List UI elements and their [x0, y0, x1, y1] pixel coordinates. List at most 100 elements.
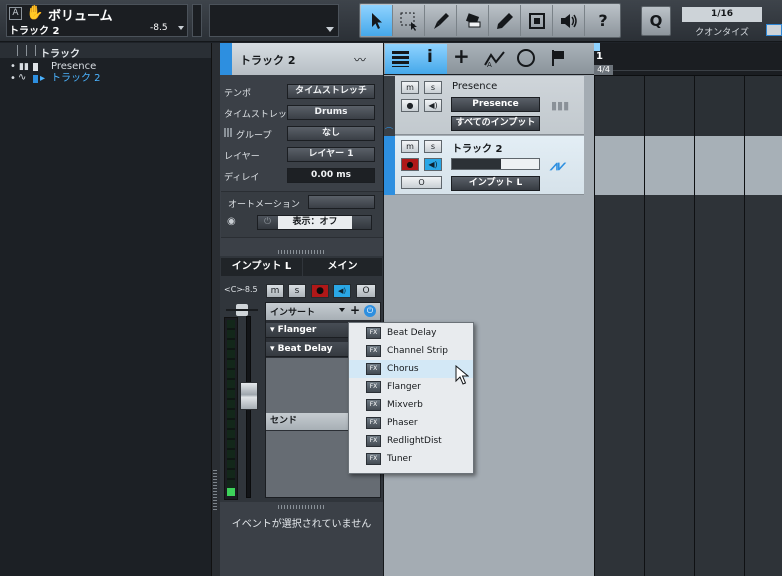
display-value: 表示：オフ: [278, 216, 352, 229]
volume-readout[interactable]: -8.5: [242, 285, 258, 294]
listen-tool-button[interactable]: [553, 5, 585, 36]
browser-row-track-2[interactable]: • ∿ ▸ トラック 2: [0, 72, 211, 85]
track-name[interactable]: トラック 2: [452, 140, 502, 155]
mute-tool-button[interactable]: [521, 5, 553, 36]
instrument-button[interactable]: Presence: [451, 97, 540, 112]
monitor-button[interactable]: ◀): [333, 284, 351, 298]
eye-icon[interactable]: ◉: [227, 216, 236, 227]
arrow-tool-button[interactable]: [361, 5, 393, 36]
inspector-track-title[interactable]: トラック 2: [240, 52, 295, 68]
menu-item-redlightdist[interactable]: FX RedlightDist: [349, 432, 473, 450]
instrument-icon: ▮▮▮: [551, 99, 570, 112]
track-monitor-button[interactable]: ◀): [424, 158, 442, 171]
track-input-button[interactable]: すべてのインプット: [451, 116, 540, 131]
track-record-button[interactable]: ●: [401, 158, 419, 171]
fx-plugin-icon: FX: [366, 345, 381, 357]
pan-slider[interactable]: [226, 309, 258, 311]
visibility-dot-icon[interactable]: •: [10, 73, 16, 85]
menu-item-beat-delay[interactable]: FX Beat Delay: [349, 324, 473, 342]
eraser-tool-button[interactable]: [457, 5, 489, 36]
track-color-bar: [220, 43, 232, 75]
track-mute-button[interactable]: m: [401, 81, 419, 94]
menu-item-mixverb[interactable]: FX Mixverb: [349, 396, 473, 414]
arrow-icon: [371, 12, 382, 29]
fx-plugin-icon: FX: [366, 435, 381, 447]
layer-button[interactable]: レイヤー 1: [287, 147, 375, 162]
chevron-down-icon[interactable]: [339, 308, 345, 312]
loop-marker[interactable]: [594, 43, 600, 51]
inserts-label: インサート: [270, 308, 316, 318]
toolbar-dropdown[interactable]: [209, 4, 339, 37]
timestretch-button[interactable]: Drums: [287, 105, 375, 120]
inspector-button[interactable]: i: [416, 44, 447, 74]
group-button[interactable]: なし: [287, 126, 375, 141]
track-mute-button[interactable]: m: [401, 140, 419, 153]
paint-tool-button[interactable]: [489, 5, 521, 36]
input-tab[interactable]: インプット L: [221, 258, 302, 276]
display-toggle[interactable]: ⏻ 表示：オフ: [257, 215, 372, 230]
time-signature[interactable]: 4/4: [594, 65, 613, 75]
toolbar-toggle[interactable]: [766, 24, 782, 36]
menu-item-label: RedlightDist: [387, 436, 442, 446]
menu-item-phaser[interactable]: FX Phaser: [349, 414, 473, 432]
track-input-button[interactable]: インプット L: [451, 176, 540, 191]
list-icon: [392, 51, 409, 67]
pan-readout[interactable]: <C>: [224, 285, 243, 294]
group-icon: [224, 128, 233, 137]
caret-down-icon[interactable]: ▾: [270, 325, 278, 335]
menu-item-label: Channel Strip: [387, 346, 448, 356]
track-record-button[interactable]: ●: [401, 99, 419, 112]
menu-item-tuner[interactable]: FX Tuner: [349, 450, 473, 468]
insert-label: Beat Delay: [277, 344, 333, 354]
split-tool-button[interactable]: [425, 5, 457, 36]
delay-field[interactable]: 0.00 ms: [287, 168, 375, 183]
resize-grip[interactable]: [278, 505, 324, 509]
track-solo-button[interactable]: s: [424, 81, 442, 94]
track-color-swatch: [33, 75, 38, 83]
add-track-button[interactable]: +: [453, 44, 470, 68]
quantize-button[interactable]: Q: [641, 6, 671, 36]
input-mode-button[interactable]: O: [356, 284, 376, 298]
automation-dropdown[interactable]: [308, 195, 375, 209]
group-label: グループ: [236, 131, 272, 141]
track-selection-bar: [384, 136, 395, 195]
automation-icon[interactable]: A: [484, 50, 506, 71]
resize-grip[interactable]: [278, 250, 324, 254]
chevron-down-icon[interactable]: [326, 27, 334, 32]
track-name[interactable]: Presence: [452, 81, 497, 92]
record-arm-button[interactable]: ●: [311, 284, 329, 298]
marker-flag-icon[interactable]: [551, 49, 565, 70]
parameter-value[interactable]: -8.5: [150, 23, 168, 33]
main-tab[interactable]: メイン: [303, 258, 382, 276]
timestretch-label: タイムストレッチ: [224, 110, 296, 120]
caret-down-icon[interactable]: ▾: [270, 344, 278, 354]
quantize-value[interactable]: 1/16: [682, 7, 762, 22]
column-divider: [35, 45, 36, 56]
track-list-button[interactable]: [385, 44, 416, 74]
track-monitor-button[interactable]: ◀): [424, 99, 442, 112]
browser-row-presence[interactable]: • ▮▮ Presence: [0, 61, 211, 73]
menu-item-label: Phaser: [387, 418, 418, 428]
timebase-icon[interactable]: [517, 49, 535, 67]
mute-button[interactable]: m: [266, 284, 284, 298]
tempo-button[interactable]: タイムストレッチ: [287, 84, 375, 99]
audio-wave-icon: ∿: [18, 72, 27, 83]
solo-button[interactable]: s: [288, 284, 306, 298]
help-button[interactable]: ?: [587, 5, 619, 36]
track-input-mode-button[interactable]: O: [401, 176, 442, 189]
volume-fader-handle[interactable]: [240, 382, 258, 410]
menu-item-channel-strip[interactable]: FX Channel Strip: [349, 342, 473, 360]
timeline-ruler[interactable]: [594, 43, 782, 76]
splitter-grip[interactable]: [213, 470, 217, 510]
range-tool-button[interactable]: [393, 5, 425, 36]
track-volume-slider[interactable]: [451, 158, 540, 170]
delay-label: ディレイ: [224, 173, 260, 183]
add-insert-button[interactable]: +: [350, 303, 360, 317]
visibility-dot-icon[interactable]: •: [10, 61, 16, 73]
value-dropdown-icon[interactable]: [178, 26, 184, 30]
power-icon[interactable]: ⏻: [364, 305, 376, 317]
tool-palette: ?: [359, 3, 621, 38]
menu-item-label: Beat Delay: [387, 328, 437, 338]
mouse-cursor-icon: [455, 364, 470, 388]
track-solo-button[interactable]: s: [424, 140, 442, 153]
